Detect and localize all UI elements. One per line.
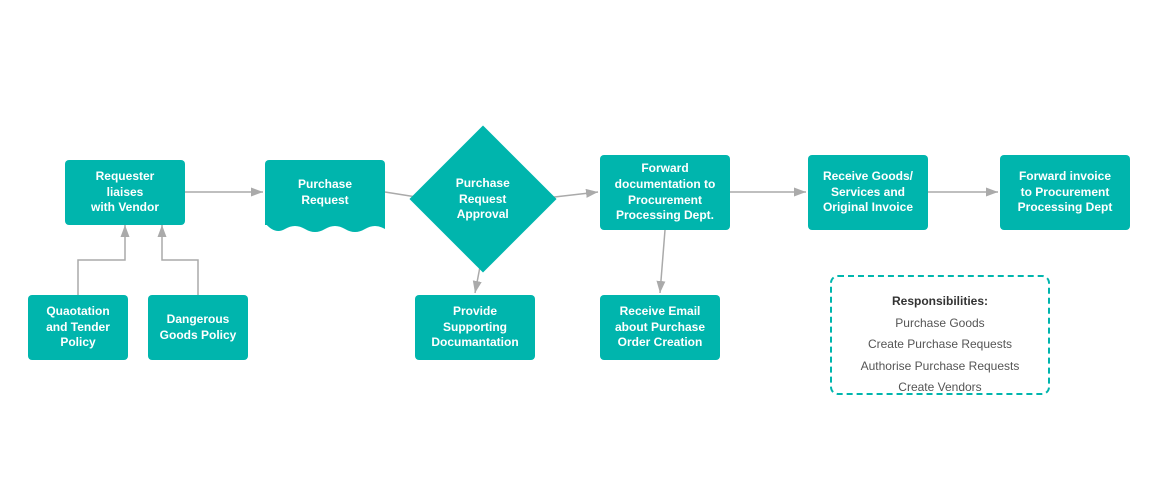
responsibilities-item-4: Create Vendors (852, 377, 1028, 399)
forward-invoice-node: Forward invoice to Procurement Processin… (1000, 155, 1130, 230)
receive-goods-label: Receive Goods/ Services and Original Inv… (823, 169, 913, 216)
receive-goods-node: Receive Goods/ Services and Original Inv… (808, 155, 928, 230)
dangerous-node: Dangerous Goods Policy (148, 295, 248, 360)
responsibilities-box: Responsibilities: Purchase Goods Create … (830, 275, 1050, 395)
arrows-svg (0, 0, 1171, 500)
diagram: Requester liaises with Vendor Quaotation… (0, 0, 1171, 500)
forward-docs-label: Forward documentation to Procurement Pro… (615, 161, 716, 223)
responsibilities-title: Responsibilities: (852, 291, 1028, 313)
forward-docs-node: Forward documentation to Procurement Pro… (600, 155, 730, 230)
provide-docs-node: Provide Supporting Documantation (415, 295, 535, 360)
receive-email-label: Receive Email about Purchase Order Creat… (615, 304, 705, 351)
receive-email-node: Receive Email about Purchase Order Creat… (600, 295, 720, 360)
requester-node: Requester liaises with Vendor (65, 160, 185, 225)
purchase-approval-label: Purchase Request Approval (431, 176, 535, 223)
requester-label: Requester liaises with Vendor (91, 169, 159, 216)
provide-docs-label: Provide Supporting Documantation (431, 304, 518, 351)
forward-invoice-label: Forward invoice to Procurement Processin… (1018, 169, 1113, 216)
purchase-request-node: Purchase Request (265, 160, 385, 225)
responsibilities-item-1: Purchase Goods (852, 313, 1028, 335)
purchase-request-label: Purchase Request (298, 177, 352, 208)
purchase-approval-node: Purchase Request Approval (409, 125, 556, 272)
dangerous-label: Dangerous Goods Policy (160, 312, 237, 343)
quotation-node: Quaotation and Tender Policy (28, 295, 128, 360)
responsibilities-item-2: Create Purchase Requests (852, 334, 1028, 356)
responsibilities-item-3: Authorise Purchase Requests (852, 356, 1028, 378)
quotation-label: Quaotation and Tender Policy (46, 304, 110, 351)
